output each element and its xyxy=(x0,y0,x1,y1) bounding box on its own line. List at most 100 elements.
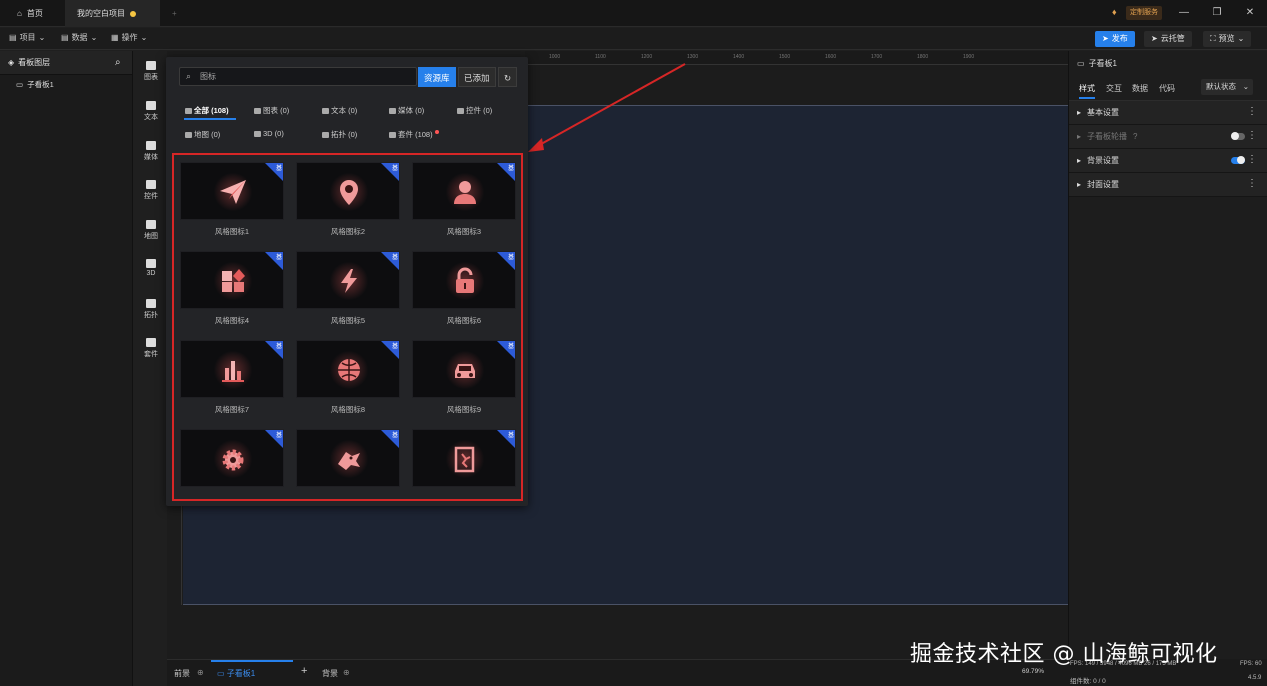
car-icon xyxy=(455,364,475,378)
preview-button[interactable]: ⛶ 预览 ⌄ xyxy=(1203,31,1252,47)
menu-operation[interactable]: ▦ 操作 ⌄ xyxy=(111,32,147,43)
media-icon xyxy=(389,107,396,114)
dragon-icon xyxy=(338,452,360,470)
resource-card[interactable]: 基 xyxy=(296,162,400,220)
tab-style[interactable]: 样式 xyxy=(1079,83,1095,99)
zoom-level[interactable]: 69.79% xyxy=(1022,668,1044,675)
exit-door-icon xyxy=(454,446,475,473)
category-media[interactable]: 媒体 (0) xyxy=(389,105,424,116)
more-icon[interactable]: ⋮ xyxy=(1247,155,1257,165)
caret-right-icon: ▸ xyxy=(1077,156,1082,165)
add-board-button[interactable]: + xyxy=(301,665,307,677)
search-icon[interactable]: ⌕ xyxy=(115,57,121,68)
category-text[interactable]: 文本 (0) xyxy=(322,105,357,116)
rail-item-chart[interactable]: 图表 xyxy=(136,61,166,82)
resource-card[interactable]: 基 xyxy=(180,429,284,487)
resource-card[interactable]: 基 xyxy=(412,340,516,398)
apps-grid-icon xyxy=(222,269,245,292)
layer-item[interactable]: ▭ 子看板1 xyxy=(0,75,132,93)
chevron-down-icon: ⌄ xyxy=(90,33,98,42)
tab-project[interactable]: 我的空白项目 xyxy=(65,0,160,27)
category-control[interactable]: 控件 (0) xyxy=(457,105,492,116)
category-3d[interactable]: 3D (0) xyxy=(254,129,284,138)
close-icon[interactable]: ✕ xyxy=(1241,5,1259,21)
minimize-icon[interactable]: — xyxy=(1175,5,1193,21)
properties-panel: ▭ 子看板1 样式 交互 数据 代码 默认状态 ⌄ ▸ 基本设置 ⋮ ▸ 子看板轮播? ⋮… xyxy=(1068,51,1267,659)
restore-icon[interactable]: ❐ xyxy=(1208,5,1226,21)
rail-item-topology[interactable]: 拓扑 xyxy=(136,299,166,320)
media-icon xyxy=(146,141,156,150)
rail-item-map[interactable]: 地图 xyxy=(136,220,166,241)
more-icon[interactable]: ⋮ xyxy=(1247,131,1257,141)
section-background[interactable]: ▸ 背景设置 ⋮ xyxy=(1069,149,1267,173)
resource-card[interactable]: 基 xyxy=(412,162,516,220)
resource-card[interactable]: 基 xyxy=(412,429,516,487)
category-map[interactable]: 地图 (0) xyxy=(185,129,220,140)
new-tab-button[interactable]: + xyxy=(160,0,189,27)
library-button[interactable]: 资源库 xyxy=(418,67,456,87)
rail-item-media[interactable]: 媒体 xyxy=(136,141,166,162)
chevron-down-icon: ⌄ xyxy=(1242,82,1249,91)
resource-card[interactable]: 基 xyxy=(296,340,400,398)
rail-item-text[interactable]: 文本 xyxy=(136,101,166,122)
section-carousel[interactable]: ▸ 子看板轮播? ⋮ xyxy=(1069,125,1267,149)
background-tab[interactable]: 背景 xyxy=(322,668,338,679)
section-cover[interactable]: ▸ 封面设置 ⋮ xyxy=(1069,173,1267,197)
added-button[interactable]: 已添加 xyxy=(458,67,496,87)
add-circle-icon[interactable]: ⊕ xyxy=(343,668,350,677)
cloud-host-button[interactable]: ➤ 云托管 xyxy=(1144,31,1192,47)
more-icon[interactable]: ⋮ xyxy=(1247,107,1257,117)
resource-card[interactable]: 基 xyxy=(180,340,284,398)
resource-card[interactable]: 基 xyxy=(296,251,400,309)
gear-icon xyxy=(222,449,244,471)
control-icon xyxy=(457,107,464,114)
rail-item-kit[interactable]: 套件 xyxy=(136,338,166,359)
notification-dot-icon xyxy=(434,129,439,134)
resource-card[interactable]: 基 xyxy=(412,251,516,309)
map-icon xyxy=(146,220,156,229)
paper-plane-icon xyxy=(220,180,246,204)
refresh-icon[interactable]: ↻ xyxy=(498,67,517,87)
search-input[interactable]: ⌕ 图标 xyxy=(179,67,417,86)
home-icon: ⌂ xyxy=(17,9,22,18)
watermark: 掘金技术社区 @ 山海鲸可视化 xyxy=(910,642,1218,667)
chevron-down-icon: ⌄ xyxy=(38,33,46,42)
background-toggle[interactable] xyxy=(1231,156,1245,164)
category-all[interactable]: 全部 (108) xyxy=(185,105,229,116)
tab-interaction[interactable]: 交互 xyxy=(1106,83,1122,94)
tab-code[interactable]: 代码 xyxy=(1159,83,1175,94)
resource-card[interactable]: 基 xyxy=(180,162,284,220)
category-kit[interactable]: 套件 (108) xyxy=(389,129,439,140)
category-chart[interactable]: 图表 (0) xyxy=(254,105,289,116)
topology-icon xyxy=(322,131,329,138)
foreground-tab[interactable]: 前景 xyxy=(174,668,190,679)
more-icon[interactable]: ⋮ xyxy=(1247,179,1257,189)
send-icon: ➤ xyxy=(1102,34,1109,43)
custom-service-button[interactable]: 定制服务 xyxy=(1126,6,1162,20)
tab-data[interactable]: 数据 xyxy=(1132,83,1148,94)
section-basic[interactable]: ▸ 基本设置 ⋮ xyxy=(1069,101,1267,125)
grid-icon: ▦ xyxy=(111,33,119,42)
publish-button[interactable]: ➤ 发布 xyxy=(1095,31,1135,47)
sub-board-tab[interactable]: ▭ 子看板1 xyxy=(217,668,255,679)
menu-data[interactable]: ▤ 数据 ⌄ xyxy=(61,32,97,43)
active-tab-indicator xyxy=(211,660,293,662)
kit-icon xyxy=(146,338,156,347)
help-icon: ? xyxy=(1133,132,1138,141)
carousel-toggle[interactable] xyxy=(1231,132,1245,140)
user-icon xyxy=(454,181,476,204)
resource-card[interactable]: 基 xyxy=(296,429,400,487)
resource-card[interactable]: 基 xyxy=(180,251,284,309)
text-icon xyxy=(146,101,156,110)
search-icon: ⌕ xyxy=(186,71,192,81)
tab-home[interactable]: ⌂ 首页 xyxy=(5,0,55,27)
toolbar: ▤ 项目 ⌄ ▤ 数据 ⌄ ▦ 操作 ⌄ ➤ 发布 ➤ 云托管 ⛶ 预览 ⌄ xyxy=(0,28,1267,50)
add-circle-icon[interactable]: ⊕ xyxy=(197,668,204,677)
menu-project[interactable]: ▤ 项目 ⌄ xyxy=(9,32,45,43)
kit-icon xyxy=(389,131,396,138)
rail-item-control[interactable]: 控件 xyxy=(136,180,166,201)
rail-item-3d[interactable]: 3D xyxy=(136,259,166,277)
state-select[interactable]: 默认状态 ⌄ xyxy=(1201,79,1253,95)
category-topology[interactable]: 拓扑 (0) xyxy=(322,129,357,140)
board-icon: ▭ xyxy=(16,79,24,89)
